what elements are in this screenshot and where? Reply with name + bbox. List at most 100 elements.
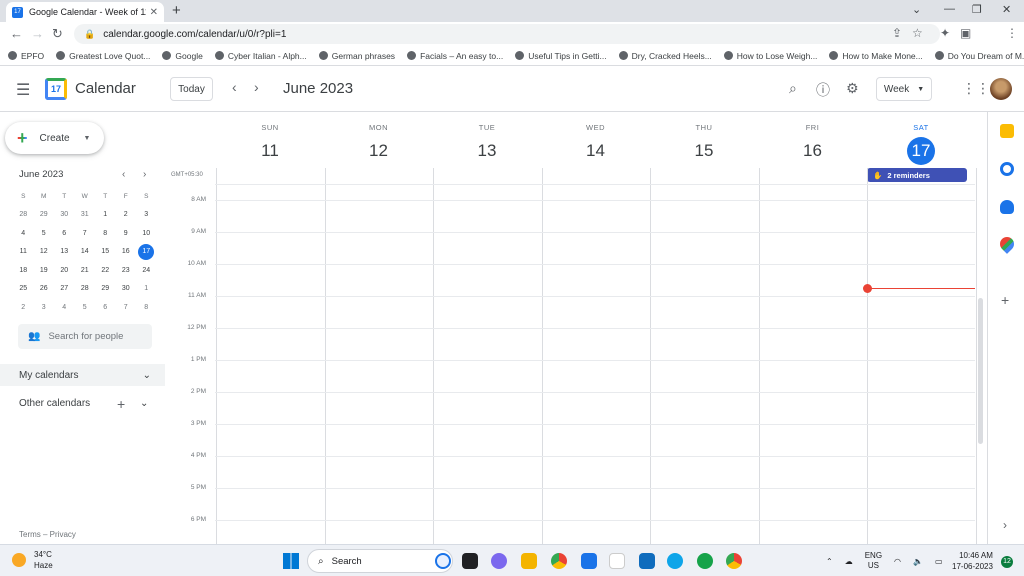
- mini-day[interactable]: 23: [116, 267, 137, 274]
- mini-day[interactable]: 2: [13, 304, 34, 311]
- chevron-down-icon[interactable]: ⌄: [143, 370, 151, 381]
- mini-day[interactable]: 6: [54, 230, 75, 237]
- mini-day[interactable]: 8: [136, 304, 157, 311]
- next-week-icon[interactable]: ›: [254, 79, 259, 95]
- mini-day[interactable]: 9: [116, 230, 137, 237]
- previous-week-icon[interactable]: ‹: [232, 79, 237, 95]
- mini-day[interactable]: 17: [138, 243, 155, 260]
- mini-day[interactable]: 10: [136, 230, 157, 237]
- mini-day[interactable]: 25: [13, 285, 34, 292]
- account-avatar[interactable]: [990, 78, 1012, 100]
- bookmark-item[interactable]: Do You Dream of M...: [934, 51, 1024, 61]
- forward-icon[interactable]: →: [31, 26, 44, 41]
- chrome-icon[interactable]: [551, 553, 567, 569]
- mini-day[interactable]: 4: [13, 230, 34, 237]
- chrome-profile-icon[interactable]: [726, 553, 742, 569]
- day-date[interactable]: 13: [478, 141, 497, 160]
- tasks-icon[interactable]: [1000, 162, 1014, 176]
- mini-day[interactable]: 22: [95, 267, 116, 274]
- mini-day[interactable]: 5: [34, 230, 55, 237]
- mini-day[interactable]: 3: [34, 304, 55, 311]
- network-cloud-icon[interactable]: ☁: [845, 557, 853, 566]
- calendar-logo-icon[interactable]: 17: [45, 78, 67, 100]
- day-date[interactable]: 12: [369, 141, 388, 160]
- day-date[interactable]: 14: [586, 141, 605, 160]
- mini-day[interactable]: 18: [13, 267, 34, 274]
- kaspersky-icon[interactable]: [697, 553, 713, 569]
- bookmark-item[interactable]: Greatest Love Quot...: [56, 51, 150, 61]
- clock[interactable]: 10:46 AM 17-06-2023: [952, 550, 993, 572]
- mini-day[interactable]: 29: [95, 285, 116, 292]
- mini-day[interactable]: 7: [75, 230, 96, 237]
- amazon-icon[interactable]: [609, 553, 625, 569]
- mini-day[interactable]: 28: [75, 285, 96, 292]
- mini-day[interactable]: 16: [116, 248, 137, 255]
- mini-prev-month-icon[interactable]: ‹: [122, 169, 125, 180]
- day-header-wed[interactable]: WED 14: [542, 112, 650, 165]
- side-panel-icon[interactable]: ▣: [960, 26, 971, 40]
- mini-day[interactable]: 8: [95, 230, 116, 237]
- language-indicator[interactable]: ENG US: [865, 551, 882, 571]
- view-switcher-dropdown[interactable]: Week ▼: [876, 77, 932, 101]
- terms-privacy-link[interactable]: Terms – Privacy: [19, 530, 76, 539]
- expand-panel-icon[interactable]: ›: [1003, 518, 1007, 532]
- keep-icon[interactable]: [1000, 124, 1014, 138]
- share-icon[interactable]: ⇪: [892, 26, 902, 40]
- bookmark-item[interactable]: Google: [162, 51, 203, 61]
- mini-day[interactable]: 28: [13, 211, 34, 218]
- mini-day[interactable]: 11: [13, 248, 34, 255]
- mini-day[interactable]: 31: [75, 211, 96, 218]
- edge-icon[interactable]: [667, 553, 683, 569]
- mini-day[interactable]: 6: [95, 304, 116, 311]
- taskbar-search[interactable]: ⌕ Search: [307, 549, 453, 573]
- search-people-input[interactable]: 👥 Search for people: [18, 324, 152, 349]
- bing-icon[interactable]: [435, 553, 451, 569]
- mini-day[interactable]: 2: [116, 211, 137, 218]
- mini-day[interactable]: 1: [136, 285, 157, 292]
- mini-day[interactable]: 7: [116, 304, 137, 311]
- help-icon[interactable]: ⓘ: [816, 80, 830, 100]
- day-date[interactable]: 16: [803, 141, 822, 160]
- browser-menu-icon[interactable]: ⋮: [1006, 26, 1018, 40]
- day-header-sun[interactable]: SUN 11: [216, 112, 324, 165]
- close-window-button[interactable]: ✕: [1002, 3, 1011, 16]
- mini-day[interactable]: 30: [116, 285, 137, 292]
- new-tab-button[interactable]: +: [172, 2, 181, 19]
- today-button[interactable]: Today: [170, 77, 213, 101]
- store-icon[interactable]: [581, 553, 597, 569]
- bookmark-item[interactable]: German phrases: [318, 51, 395, 61]
- search-icon[interactable]: ⌕: [789, 80, 797, 97]
- file-explorer-icon[interactable]: [521, 553, 537, 569]
- maximize-button[interactable]: ❐: [972, 3, 982, 16]
- weather-widget[interactable]: 34°C Haze: [12, 549, 53, 571]
- bookmark-item[interactable]: How to Lose Weigh...: [723, 51, 817, 61]
- day-date[interactable]: 17: [907, 137, 935, 165]
- mini-next-month-icon[interactable]: ›: [143, 169, 146, 180]
- address-bar[interactable]: 🔒 calendar.google.com/calendar/u/0/r?pli…: [74, 24, 940, 44]
- chevron-down-icon[interactable]: ⌄: [140, 398, 148, 409]
- close-tab-icon[interactable]: ✕: [150, 7, 158, 18]
- task-view-icon[interactable]: [462, 553, 478, 569]
- mini-day[interactable]: 19: [34, 267, 55, 274]
- my-calendars-section[interactable]: My calendars ⌄: [0, 364, 165, 386]
- bookmark-star-icon[interactable]: ☆: [912, 26, 923, 40]
- day-date[interactable]: 11: [261, 141, 279, 160]
- bookmark-item[interactable]: Dry, Cracked Heels...: [618, 51, 712, 61]
- tab-search-icon[interactable]: ⌄: [912, 3, 921, 16]
- bookmark-item[interactable]: Cyber Italian - Alph...: [214, 51, 307, 61]
- mini-day[interactable]: 30: [54, 211, 75, 218]
- maps-icon[interactable]: [997, 234, 1017, 254]
- windows-start-icon[interactable]: [283, 553, 299, 569]
- bookmark-item[interactable]: Facials – An easy to...: [407, 51, 503, 61]
- back-icon[interactable]: ←: [10, 26, 23, 41]
- mini-day[interactable]: 5: [75, 304, 96, 311]
- browser-tab[interactable]: 17 Google Calendar - Week of 11 Ju ✕: [6, 2, 164, 22]
- add-other-calendar-icon[interactable]: +: [117, 396, 125, 412]
- mini-day[interactable]: 13: [54, 248, 75, 255]
- mini-day[interactable]: 29: [34, 211, 55, 218]
- main-menu-icon[interactable]: ☰: [16, 80, 30, 100]
- grid-scrollbar[interactable]: [978, 298, 983, 444]
- bookmark-item[interactable]: How to Make Mone...: [829, 51, 923, 61]
- mini-day[interactable]: 20: [54, 267, 75, 274]
- notification-badge[interactable]: 12: [1001, 556, 1013, 568]
